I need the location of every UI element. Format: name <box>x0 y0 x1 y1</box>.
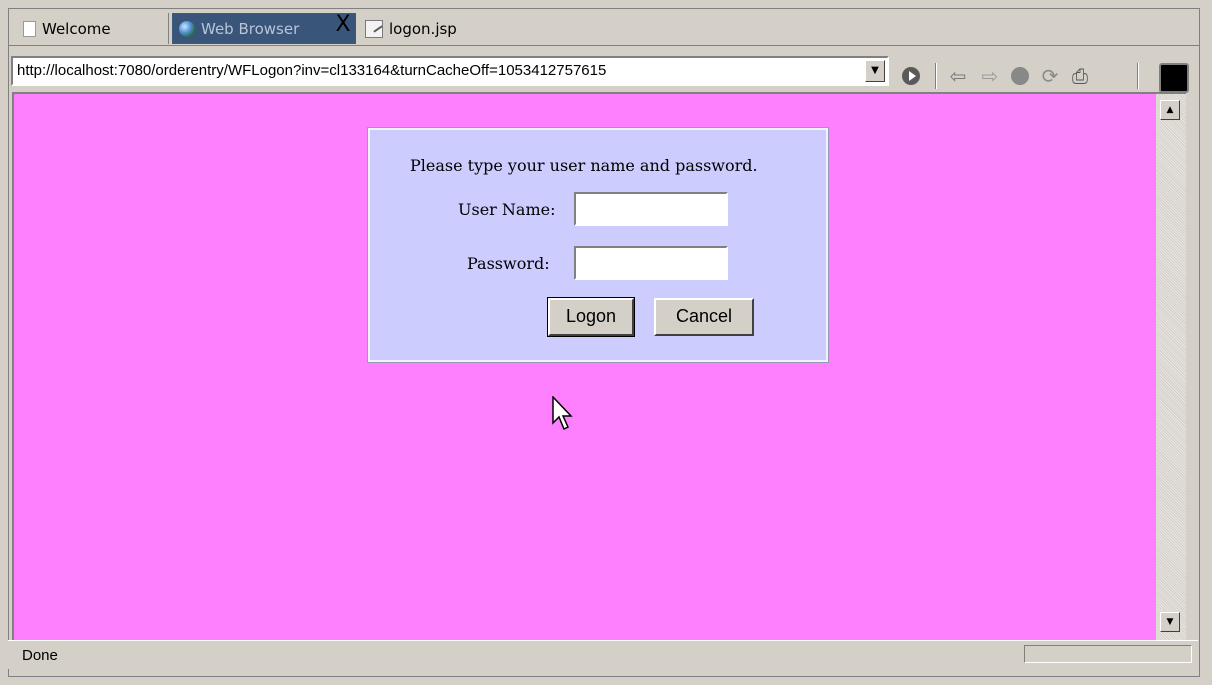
toolbar-separator <box>935 63 937 89</box>
globe-icon <box>179 20 195 37</box>
password-input[interactable] <box>574 246 728 280</box>
tab-welcome[interactable]: Welcome <box>14 13 169 44</box>
username-label: User Name: <box>458 200 556 219</box>
back-icon[interactable]: ⇦ <box>947 64 969 88</box>
stop-icon[interactable] <box>1009 65 1031 87</box>
mouse-cursor-icon <box>552 396 573 431</box>
print-icon[interactable]: ⎙ <box>1069 64 1091 88</box>
url-text: http://localhost:7080/orderentry/WFLogon… <box>17 62 607 79</box>
vertical-scrollbar[interactable]: ▲ ▼ <box>1156 92 1186 640</box>
tab-logon-jsp[interactable]: logon.jsp <box>359 13 499 44</box>
url-dropdown-icon[interactable]: ▼ <box>865 60 885 82</box>
cancel-button[interactable]: Cancel <box>654 298 754 336</box>
password-label: Password: <box>467 254 550 273</box>
status-bar: Done <box>8 640 1198 669</box>
url-input[interactable]: http://localhost:7080/orderentry/WFLogon… <box>11 56 889 86</box>
browser-viewport: Please type your user name and password.… <box>12 92 1156 640</box>
login-prompt: Please type your user name and password. <box>410 156 758 175</box>
jsp-file-icon <box>365 19 383 38</box>
logon-button[interactable]: Logon <box>547 297 635 337</box>
forward-icon[interactable]: ⇨ <box>979 64 1001 88</box>
color-swatch[interactable] <box>1159 63 1189 93</box>
tab-web-browser-label: Web Browser <box>201 19 300 38</box>
status-text: Done <box>22 647 58 664</box>
tab-web-browser[interactable]: Web Browser <box>172 13 356 44</box>
tab-logon-jsp-label: logon.jsp <box>389 19 457 38</box>
tab-bar: Welcome Web Browser X logon.jsp <box>9 9 1199 46</box>
tab-welcome-label: Welcome <box>42 19 111 38</box>
progress-indicator <box>1024 645 1192 663</box>
document-icon <box>23 20 36 37</box>
toolbar-separator <box>1137 63 1139 89</box>
go-icon[interactable] <box>900 65 922 87</box>
username-input[interactable] <box>574 192 728 226</box>
login-panel: Please type your user name and password.… <box>367 127 829 363</box>
scroll-up-icon[interactable]: ▲ <box>1160 100 1180 120</box>
scroll-down-icon[interactable]: ▼ <box>1160 612 1180 632</box>
refresh-icon[interactable]: ⟳ <box>1039 64 1061 88</box>
close-tab-icon[interactable]: X <box>333 14 353 36</box>
